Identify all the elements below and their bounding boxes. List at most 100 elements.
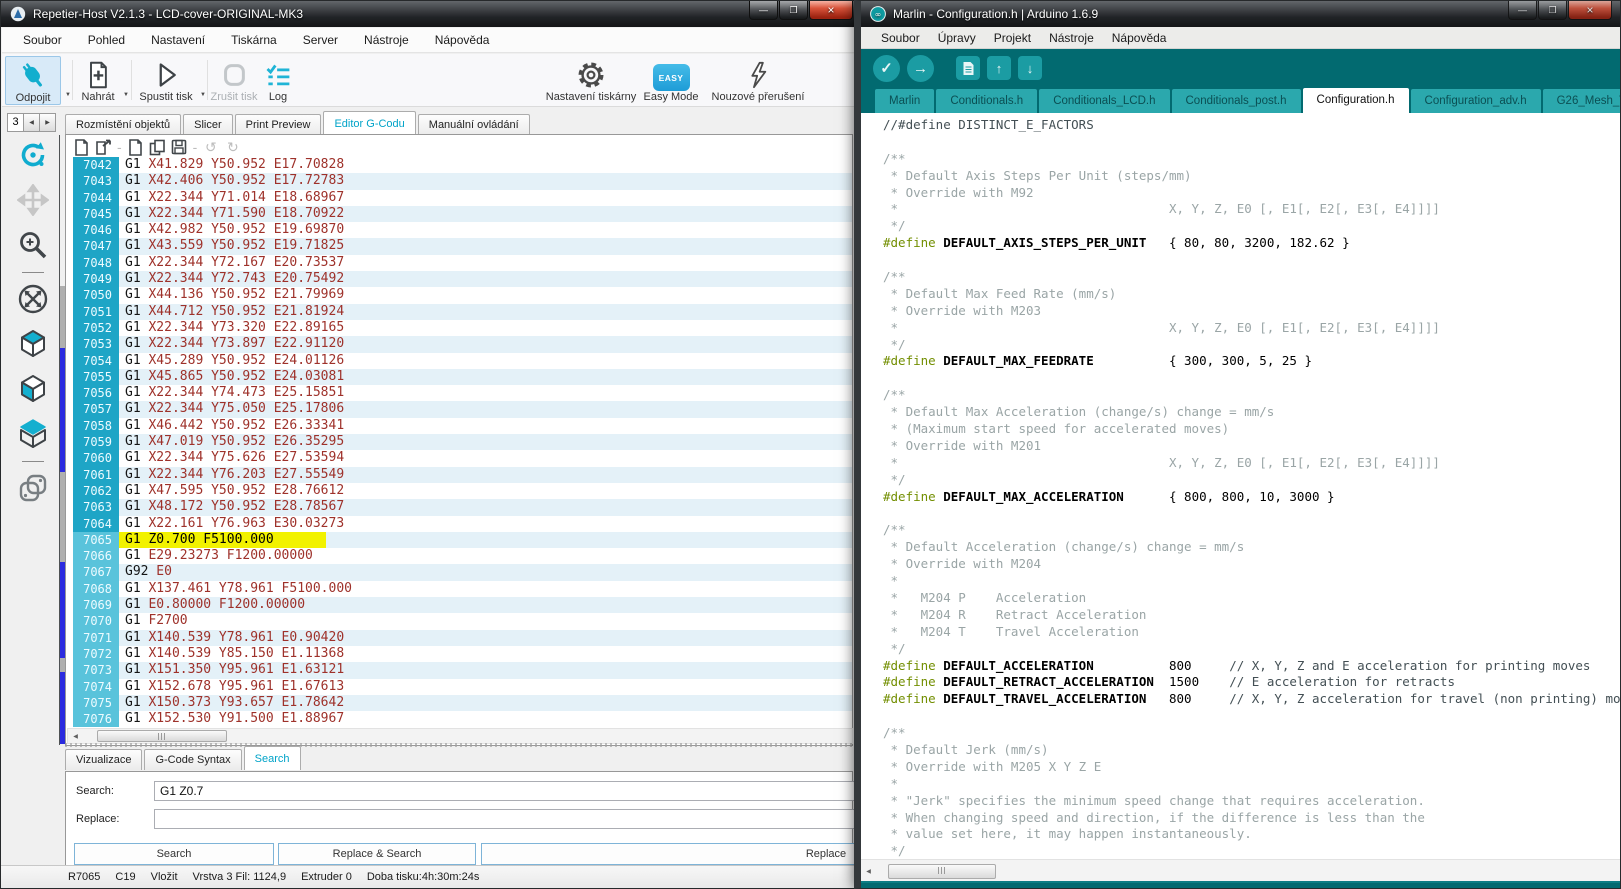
menu-item-Úpravy[interactable]: Úpravy <box>929 28 985 48</box>
disconnect-button[interactable]: Odpojit <box>5 56 61 105</box>
scrollbar-thumb[interactable] <box>888 864 996 879</box>
menu-item-Server[interactable]: Server <box>290 29 351 51</box>
undo-button[interactable]: ↺ <box>202 139 219 156</box>
tab-Print Preview[interactable]: Print Preview <box>235 114 322 135</box>
rotate-view-button[interactable] <box>14 137 52 173</box>
spinner-right-button[interactable]: ▶ <box>40 113 56 132</box>
tab-Manuální ovládání[interactable]: Manuální ovládání <box>418 114 530 135</box>
minimize-button[interactable]: — <box>749 1 778 20</box>
copy-button[interactable] <box>149 139 166 156</box>
menu-item-Projekt[interactable]: Projekt <box>985 28 1040 48</box>
file-tab-Marlin[interactable]: Marlin <box>875 89 934 113</box>
code-line: * "Jerk" specifies the minimum speed cha… <box>883 793 1620 810</box>
scroll-left-arrow[interactable]: ◀ <box>68 733 83 740</box>
start-print-button[interactable]: Spustit tisk <box>135 56 197 105</box>
move-view-button[interactable] <box>14 182 52 218</box>
tab-Slicer[interactable]: Slicer <box>183 114 233 135</box>
cmd: G1 <box>125 597 141 612</box>
open-sketch-button[interactable]: ↑ <box>987 56 1011 80</box>
new-sketch-button[interactable] <box>956 56 980 80</box>
cmd: G1 <box>125 206 141 221</box>
save-button[interactable] <box>171 139 188 156</box>
code-line: //#define DISTINCT_E_FACTORS <box>883 117 1620 134</box>
gcode-text: G1 Z0.700 F5100.000 <box>119 532 326 548</box>
line-number: 7074 <box>73 679 119 695</box>
menu-item-Pohled[interactable]: Pohled <box>75 29 138 51</box>
open-file-button[interactable] <box>127 139 144 156</box>
window-title: Marlin - Configuration.h | Arduino 1.6.9 <box>893 7 1098 21</box>
save-sketch-button[interactable]: ↓ <box>1018 56 1042 80</box>
menu-item-Nápověda[interactable]: Nápověda <box>1103 28 1176 48</box>
front-view-button[interactable] <box>14 371 52 407</box>
menu-item-Nápověda[interactable]: Nápověda <box>422 29 503 51</box>
load-button[interactable]: Nahrát <box>76 56 120 105</box>
menu-item-Tiskárna[interactable]: Tiskárna <box>218 29 290 51</box>
file-tab-G26_Mesh_Validation_Tool.cpp[interactable]: G26_Mesh_Validation_Tool.cpp <box>1543 89 1620 113</box>
close-button[interactable]: × <box>809 1 853 20</box>
redo-button[interactable]: ↻ <box>224 139 241 156</box>
easy-mode-button[interactable]: EASY Easy Mode <box>642 56 700 105</box>
par: X47.019 Y50.952 E26.35295 <box>141 434 345 449</box>
printer-settings-button[interactable]: Nastavení tiskárny <box>542 56 640 105</box>
file-tab-Configuration_adv.h[interactable]: Configuration_adv.h <box>1411 89 1541 113</box>
show-objects-button[interactable] <box>14 470 52 506</box>
file-tab-Conditionals_post.h[interactable]: Conditionals_post.h <box>1172 89 1301 113</box>
load-dropdown[interactable]: ▼ <box>121 92 131 98</box>
gcode-text: G1 X42.982 Y50.952 E19.69870 <box>119 222 344 238</box>
replace-input[interactable] <box>154 809 862 829</box>
zoom-view-button[interactable] <box>14 227 52 263</box>
editor-horizontal-scrollbar[interactable]: ◀ <box>67 728 853 744</box>
gcode-editor-panel: - - ↺ ↻ 7042G1 X41.829 Y50.952 E17.70828… <box>65 134 853 746</box>
upload-button[interactable]: → <box>907 55 934 82</box>
spinner-left-button[interactable]: ◀ <box>24 113 40 132</box>
menu-item-Nástroje[interactable]: Nástroje <box>351 29 422 51</box>
file-tab-Conditionals_LCD.h[interactable]: Conditionals_LCD.h <box>1039 89 1169 113</box>
replace-and-search-button[interactable]: Replace & Search <box>278 843 476 865</box>
configuration-h-code[interactable]: //#define DISTINCT_E_FACTORS /** * Defau… <box>861 113 1620 859</box>
bottom-tab-G-Code Syntax[interactable]: G-Code Syntax <box>144 749 241 770</box>
isometric-view-button[interactable] <box>14 326 52 362</box>
replace-button[interactable]: Replace <box>481 843 862 865</box>
file-tab-Configuration.h[interactable]: Configuration.h <box>1303 88 1409 113</box>
bottom-tab-Search[interactable]: Search <box>244 746 301 770</box>
file-tab-Conditionals.h[interactable]: Conditionals.h <box>936 89 1037 113</box>
export-file-button[interactable] <box>95 139 112 156</box>
top-view-button[interactable] <box>14 416 52 452</box>
code-line: #define DEFAULT_MAX_ACCELERATION { 800, … <box>883 489 1620 506</box>
minimize-icon: — <box>759 6 768 15</box>
menu-item-Soubor[interactable]: Soubor <box>872 28 929 48</box>
up-arrow-icon: ↑ <box>996 61 1003 76</box>
panel-splitter[interactable] <box>65 743 853 747</box>
gcode-row: 7045G1 X22.344 Y71.590 E18.70922 <box>73 206 852 222</box>
cancel-print-button[interactable]: Zrušit tisk <box>210 56 258 105</box>
close-button[interactable]: × <box>1568 1 1612 20</box>
maximize-button[interactable]: ❐ <box>779 1 808 20</box>
tab-Editor G-Codu[interactable]: Editor G-Codu <box>323 111 415 135</box>
verify-button[interactable]: ✓ <box>873 55 900 82</box>
minimize-button[interactable]: — <box>1508 1 1537 20</box>
new-file-button[interactable] <box>73 139 90 156</box>
code-line: #define DEFAULT_ACCELERATION 800 // X, Y… <box>883 658 1620 675</box>
code-horizontal-scrollbar[interactable]: ◀ <box>861 859 1621 883</box>
maximize-button[interactable]: ❐ <box>1538 1 1567 20</box>
scroll-left-arrow[interactable]: ◀ <box>861 868 876 875</box>
menu-item-Soubor[interactable]: Soubor <box>10 29 75 51</box>
search-button[interactable]: Search <box>74 843 274 865</box>
ik: #define <box>883 658 943 673</box>
par: X151.350 Y95.961 E1.63121 <box>141 662 345 677</box>
fit-view-button[interactable] <box>14 281 52 317</box>
menu-item-Nastavení[interactable]: Nastavení <box>138 29 218 51</box>
emergency-stop-button[interactable]: Nouzové přerušení <box>704 56 812 105</box>
bottom-tab-Vizualizace[interactable]: Vizualizace <box>65 749 142 770</box>
scrollbar-thumb[interactable] <box>97 730 227 742</box>
search-input[interactable] <box>154 781 862 801</box>
gcode-text: G1 X46.442 Y50.952 E26.33341 <box>119 418 344 434</box>
gcode-listing[interactable]: 7042G1 X41.829 Y50.952 E17.708287043G1 X… <box>73 157 852 728</box>
tab-Rozmístění objektů[interactable]: Rozmístění objektů <box>65 114 181 135</box>
cmd: G1 <box>125 255 141 270</box>
log-button[interactable]: Log <box>260 56 296 105</box>
editor-toolbar: - - ↺ ↻ <box>73 138 241 156</box>
gcode-text: G1 X22.344 Y72.167 E20.73537 <box>119 255 344 271</box>
menu-item-Nástroje[interactable]: Nástroje <box>1040 28 1103 48</box>
line-number: 7066 <box>73 548 119 564</box>
